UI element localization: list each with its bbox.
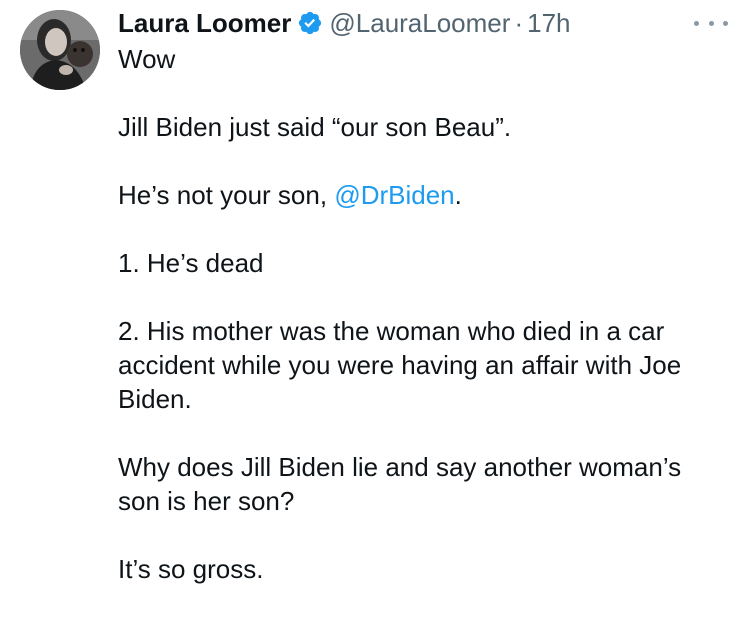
- tweet: Laura Loomer @LauraLoomer · 17h Wow Jill…: [0, 0, 750, 630]
- tweet-paragraph-4: 1. He’s dead: [118, 248, 264, 278]
- mention-link[interactable]: @DrBiden: [334, 180, 454, 210]
- more-dot: [708, 20, 714, 26]
- tweet-text: Wow Jill Biden just said “our son Beau”.…: [118, 42, 728, 586]
- tweet-paragraph-3: He’s not your son, @DrBiden.: [118, 178, 728, 212]
- paragraph-text: He’s not your son,: [118, 180, 335, 210]
- tweet-paragraph-5: 2. His mother was the woman who died in …: [118, 316, 682, 414]
- timestamp[interactable]: 17h: [527, 8, 570, 39]
- verified-check-icon: [297, 10, 323, 36]
- separator-dot: ·: [514, 7, 524, 38]
- paragraph-text: .: [454, 180, 462, 210]
- avatar-photo: [20, 10, 100, 90]
- tweet-paragraph-7: It’s so gross.: [118, 554, 264, 584]
- tweet-paragraph-1: Wow: [118, 44, 176, 74]
- more-dot: [694, 20, 699, 26]
- tweet-header: Laura Loomer @LauraLoomer · 17h: [118, 6, 571, 40]
- tweet-paragraph-6: Why does Jill Biden lie and say another …: [118, 452, 682, 516]
- tweet-paragraph-2: Jill Biden just said “our son Beau”.: [118, 112, 512, 142]
- user-handle[interactable]: @LauraLoomer: [329, 8, 510, 39]
- more-dot: [723, 20, 728, 26]
- more-horizontal-icon[interactable]: [694, 16, 728, 30]
- avatar[interactable]: [20, 10, 100, 90]
- display-name[interactable]: Laura Loomer: [118, 8, 291, 39]
